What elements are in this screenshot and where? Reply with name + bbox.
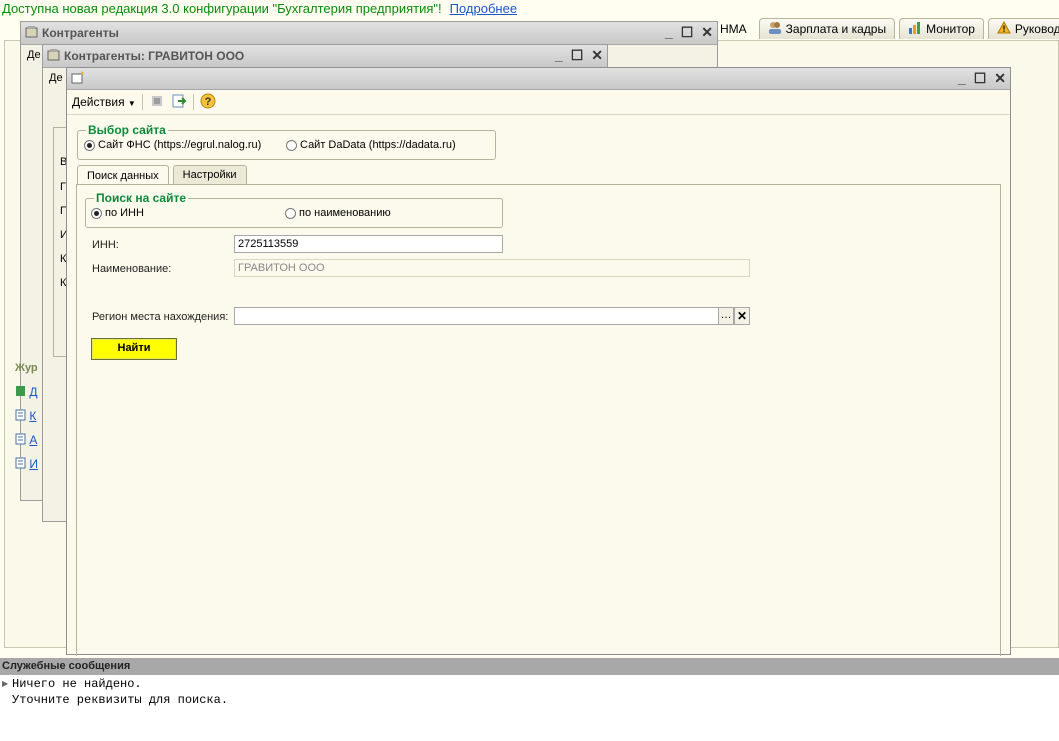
- section-tabs: НМА Зарплата и кадры Монитор Руковод: [712, 18, 1059, 40]
- tab-label: Зарплата и кадры: [785, 22, 887, 36]
- window-icon: [47, 48, 60, 64]
- update-notice-text: Доступна новая редакция 3.0 конфигурации…: [2, 1, 442, 16]
- radio-dadata-site[interactable]: Сайт DaData (https://dadata.ru): [286, 139, 456, 151]
- document-icon: [15, 433, 26, 448]
- radio-empty-icon: [286, 139, 297, 151]
- journal-fragment: Жур: [15, 362, 38, 374]
- actions-label: Действия: [72, 95, 125, 109]
- chart-icon: [908, 21, 922, 37]
- radio-label: по наименованию: [299, 207, 391, 219]
- dialog-toolbar: Действия ▼ ?: [67, 90, 1010, 115]
- link-item[interactable]: К: [15, 409, 36, 424]
- radio-label: по ИНН: [105, 207, 144, 219]
- site-search-dialog: _ ☐ ✕ Действия ▼ ? Выбор сайта Сайт ФНС (h…: [66, 67, 1011, 656]
- find-button[interactable]: Найти: [91, 338, 177, 360]
- message-line: Уточните реквизиты для поиска.: [12, 693, 229, 707]
- link-label: К: [29, 409, 37, 423]
- service-messages-header: Служебные сообщения: [0, 658, 1059, 675]
- link-item[interactable]: И: [15, 457, 38, 472]
- radio-selected-icon: [84, 139, 95, 151]
- window-title-bar[interactable]: Контрагенты _ ☐ ✕: [21, 22, 717, 45]
- radio-label: Сайт ФНС (https://egrul.nalog.ru): [98, 139, 262, 151]
- tab-salary[interactable]: Зарплата и кадры: [758, 18, 896, 39]
- name-input[interactable]: ГРАВИТОН ООО: [234, 259, 750, 277]
- radio-selected-icon: [91, 207, 102, 219]
- maximize-icon[interactable]: ☐: [571, 47, 584, 64]
- region-clear-button[interactable]: ✕: [734, 307, 750, 325]
- radio-by-inn[interactable]: по ИНН: [91, 207, 144, 219]
- tab-settings[interactable]: Настройки: [172, 165, 247, 184]
- maximize-icon[interactable]: ☐: [974, 70, 987, 87]
- name-label: Наименование:: [92, 263, 172, 275]
- region-input[interactable]: [234, 307, 719, 325]
- form-icon: [71, 70, 85, 87]
- toolbar-separator: [141, 94, 143, 110]
- site-selection-group: Выбор сайта Сайт ФНС (https://egrul.nalo…: [77, 123, 496, 160]
- radio-fns-site[interactable]: Сайт ФНС (https://egrul.nalog.ru): [84, 139, 261, 151]
- import-icon[interactable]: [171, 93, 187, 112]
- clear-icon: ✕: [736, 309, 748, 323]
- message-marker-icon: ▶: [2, 680, 9, 689]
- close-icon[interactable]: ✕: [994, 70, 1006, 87]
- tab-label: Руковод: [1014, 22, 1059, 36]
- service-messages-body: ▶ Ничего не найдено. Уточните реквизиты …: [0, 675, 1059, 741]
- update-notice: Доступна новая редакция 3.0 конфигурации…: [0, 0, 1059, 18]
- radio-empty-icon: [285, 207, 296, 219]
- help-icon[interactable]: ?: [200, 93, 216, 112]
- link-label: Д: [29, 385, 38, 399]
- maximize-icon[interactable]: ☐: [681, 24, 694, 41]
- message-line: Ничего не найдено.: [12, 677, 142, 691]
- details-link[interactable]: Подробнее: [450, 1, 517, 16]
- toolbar-fragment[interactable]: Де: [49, 72, 63, 84]
- minimize-icon[interactable]: _: [555, 47, 563, 64]
- link-label: А: [29, 433, 38, 447]
- link-item[interactable]: Д: [15, 385, 37, 400]
- document-icon: [15, 385, 26, 400]
- tab-label: Настройки: [182, 169, 237, 181]
- toolbar-separator: [192, 94, 194, 110]
- minimize-icon[interactable]: _: [665, 24, 673, 41]
- close-icon[interactable]: ✕: [701, 24, 713, 41]
- region-select-button[interactable]: …: [718, 307, 734, 325]
- tab-search-data[interactable]: Поиск данных: [77, 165, 169, 185]
- inn-input[interactable]: 2725113559: [234, 235, 503, 253]
- dialog-title-bar[interactable]: _ ☐ ✕: [67, 68, 1010, 90]
- minimize-icon[interactable]: _: [958, 70, 966, 87]
- window-title: Контрагенты: [42, 26, 119, 40]
- warning-icon: [997, 20, 1011, 37]
- tab-label: НМА: [720, 21, 747, 36]
- move-icon[interactable]: [149, 93, 165, 112]
- document-icon: [15, 409, 26, 424]
- document-icon: [15, 457, 26, 472]
- window-icon: [25, 25, 38, 41]
- search-on-site-group: Поиск на сайте по ИНН по наименованию: [85, 191, 503, 228]
- link-item[interactable]: А: [15, 433, 37, 448]
- search-group-title: Поиск на сайте: [94, 191, 189, 205]
- tab-monitor[interactable]: Монитор: [899, 18, 984, 39]
- toolbar-fragment[interactable]: Де: [27, 49, 41, 61]
- tab-strip: Поиск данных Настройки: [77, 165, 247, 185]
- close-icon[interactable]: ✕: [591, 47, 603, 64]
- window-title-bar[interactable]: Контрагенты: ГРАВИТОН ООО _ ☐ ✕: [43, 45, 607, 68]
- svg-text:?: ?: [204, 96, 211, 108]
- tab-nma[interactable]: НМА: [712, 18, 755, 39]
- radio-by-name[interactable]: по наименованию: [285, 207, 391, 219]
- radio-label: Сайт DaData (https://dadata.ru): [300, 139, 456, 151]
- site-selection-title: Выбор сайта: [86, 123, 168, 137]
- inn-label: ИНН:: [92, 239, 119, 251]
- actions-menu[interactable]: Действия ▼: [72, 95, 136, 109]
- link-label: И: [29, 457, 38, 471]
- tab-label: Монитор: [926, 22, 975, 36]
- dropdown-arrow-icon: ▼: [127, 99, 136, 108]
- region-label: Регион места нахождения:: [92, 311, 229, 323]
- tab-label: Поиск данных: [87, 169, 159, 182]
- window-title: Контрагенты: ГРАВИТОН ООО: [64, 49, 245, 63]
- people-icon: [768, 21, 782, 37]
- tab-page: Поиск на сайте по ИНН по наименованию ИН…: [76, 184, 1001, 656]
- tab-manager[interactable]: Руковод: [987, 18, 1059, 39]
